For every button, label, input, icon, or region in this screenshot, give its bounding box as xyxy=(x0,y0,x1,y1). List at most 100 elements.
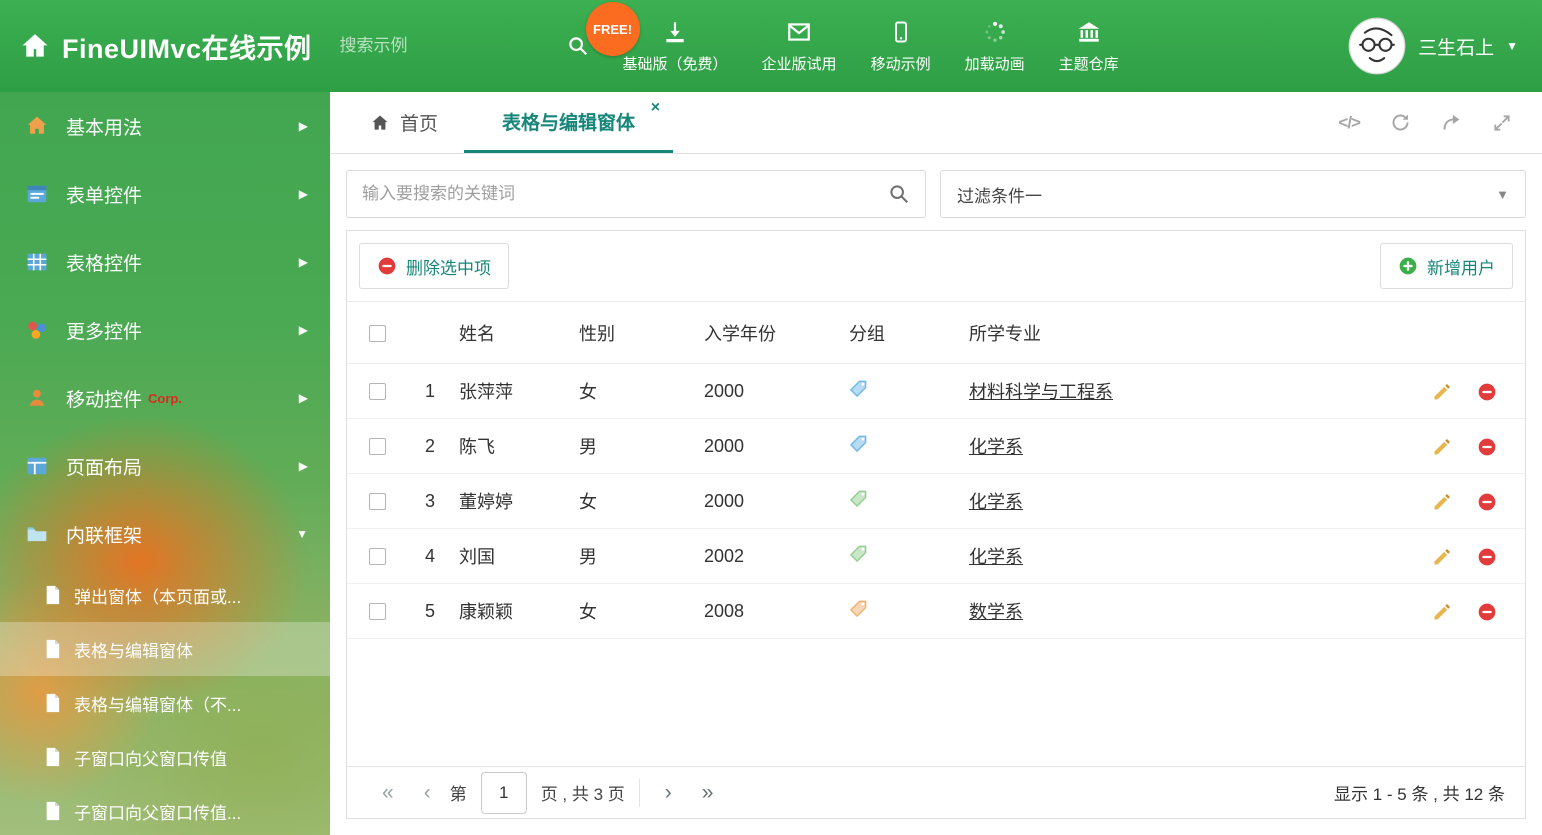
col-year: 入学年份 xyxy=(704,301,849,364)
chevron-down-icon: ▼ xyxy=(296,527,308,541)
grid-toolbar: 删除选中项 新增用户 xyxy=(347,231,1525,301)
keyword-search-input[interactable] xyxy=(347,184,888,204)
nav-item-mobile-demos[interactable]: 移动示例 xyxy=(854,0,948,92)
table-icon xyxy=(26,251,52,273)
tag-icon xyxy=(849,544,868,563)
last-page-button[interactable]: » xyxy=(687,781,729,805)
table-header-row: 姓名 性别 入学年份 分组 所学专业 xyxy=(347,301,1525,364)
chevron-right-icon: ▶ xyxy=(298,391,308,405)
delete-selected-button[interactable]: 删除选中项 xyxy=(359,243,509,289)
col-major: 所学专业 xyxy=(969,301,1395,364)
more-controls-icon xyxy=(26,319,52,341)
chevron-right-icon: ▶ xyxy=(298,255,308,269)
tab-home[interactable]: 首页 xyxy=(344,92,464,153)
major-link[interactable]: 化学系 xyxy=(969,437,1023,457)
bank-icon xyxy=(1075,18,1103,46)
mobile-icon xyxy=(889,18,913,46)
user-name: 三生石上 xyxy=(1418,37,1495,59)
app-window: FineUIMvc在线示例 FREE! 基础版（免费） 企业版试用 xyxy=(0,0,1542,835)
sidebar-item-iframe[interactable]: 内联框架 ▼ xyxy=(0,500,330,568)
sidebar-item-form-controls[interactable]: 表单控件 ▶ xyxy=(0,160,330,228)
sidebar-subitem-grid-edit-window[interactable]: 表格与编辑窗体 xyxy=(0,622,330,676)
page-label-prefix: 第 xyxy=(449,785,467,804)
tab-grid-edit-window[interactable]: 表格与编辑窗体 × xyxy=(464,92,674,153)
main-content: 首页 表格与编辑窗体 × </> 输入要搜索的关键词 过滤条件一 ▼ 删除选中项… xyxy=(330,92,1542,835)
nav-item-basic-edition[interactable]: FREE! 基础版（免费） xyxy=(585,0,745,92)
record-summary: 显示 1 - 5 条 , 共 12 条 xyxy=(1334,785,1505,804)
nav-item-theme-repo[interactable]: 主题仓库 xyxy=(1042,0,1136,92)
plus-circle-icon xyxy=(1398,256,1418,276)
first-page-button[interactable]: « xyxy=(367,781,409,805)
sidebar-item-grid-controls[interactable]: 表格控件 ▶ xyxy=(0,228,330,296)
edit-icon[interactable] xyxy=(1432,382,1452,402)
source-code-icon[interactable]: </> xyxy=(1338,113,1361,133)
refresh-icon[interactable] xyxy=(1390,112,1411,133)
form-icon xyxy=(26,183,52,205)
major-link[interactable]: 数学系 xyxy=(969,602,1023,622)
layout-icon xyxy=(26,455,52,477)
page-icon xyxy=(44,585,61,605)
table-row: 5 康颖颖 女 2008 数学系 xyxy=(347,583,1525,639)
delete-icon[interactable] xyxy=(1477,602,1497,622)
nav-item-loading-animations[interactable]: 加载动画 xyxy=(948,0,1042,92)
edit-icon[interactable] xyxy=(1432,437,1452,457)
major-link[interactable]: 化学系 xyxy=(969,547,1023,567)
page-icon xyxy=(44,801,61,821)
edit-icon[interactable] xyxy=(1432,547,1452,567)
sidebar-subitem-child-to-parent[interactable]: 子窗口向父窗口传值 xyxy=(0,730,330,784)
download-icon xyxy=(662,18,688,46)
row-checkbox[interactable] xyxy=(369,548,386,566)
tag-icon xyxy=(849,599,868,618)
tab-bar: 首页 表格与编辑窗体 × </> xyxy=(330,92,1542,154)
page-label-suffix: 页 , 共 3 页 xyxy=(540,785,625,804)
table-row: 4 刘国 男 2002 化学系 xyxy=(347,528,1525,584)
prev-page-button[interactable]: ‹ xyxy=(409,781,446,805)
search-icon[interactable] xyxy=(567,35,589,57)
sidebar-item-page-layout[interactable]: 页面布局 ▶ xyxy=(0,432,330,500)
filter-dropdown[interactable]: 过滤条件一 ▼ xyxy=(940,170,1526,218)
share-icon[interactable] xyxy=(1441,112,1462,133)
delete-icon[interactable] xyxy=(1477,547,1497,567)
row-checkbox[interactable] xyxy=(369,493,386,511)
delete-icon[interactable] xyxy=(1477,492,1497,512)
sidebar-item-basic-usage[interactable]: 基本用法 ▶ xyxy=(0,92,330,160)
row-checkbox[interactable] xyxy=(369,383,386,401)
sidebar-subitem-popup-window[interactable]: 弹出窗体（本页面或... xyxy=(0,568,330,622)
expand-icon[interactable] xyxy=(1492,113,1512,133)
table-row: 3 董婷婷 女 2000 化学系 xyxy=(347,473,1525,529)
page-number-input[interactable] xyxy=(480,771,527,814)
tab-toolbar: </> xyxy=(1338,92,1542,153)
col-name: 姓名 xyxy=(459,301,579,364)
minus-circle-icon xyxy=(377,256,397,276)
header-search-input[interactable] xyxy=(339,36,561,56)
major-link[interactable]: 材料科学与工程系 xyxy=(969,382,1113,402)
chevron-right-icon: ▶ xyxy=(298,323,308,337)
nav-item-enterprise-trial[interactable]: 企业版试用 xyxy=(745,0,854,92)
caret-down-icon: ▼ xyxy=(1496,186,1509,202)
sidebar-item-mobile-controls[interactable]: 移动控件 Corp. ▶ xyxy=(0,364,330,432)
page-icon xyxy=(44,693,61,713)
sidebar-menu: 基本用法 ▶ 表单控件 ▶ 表格控件 ▶ 更多控件 ▶ 移动控件 Corp. ▶… xyxy=(0,92,330,835)
envelope-icon xyxy=(785,18,813,46)
sidebar-item-more-controls[interactable]: 更多控件 ▶ xyxy=(0,296,330,364)
sidebar-subitem-child-to-parent-2[interactable]: 子窗口向父窗口传值... xyxy=(0,784,330,835)
free-badge: FREE! xyxy=(585,2,640,56)
edit-icon[interactable] xyxy=(1432,602,1452,622)
edit-icon[interactable] xyxy=(1432,492,1452,512)
chevron-right-icon: ▶ xyxy=(298,119,308,133)
sidebar-subitem-grid-edit-window-no[interactable]: 表格与编辑窗体（不... xyxy=(0,676,330,730)
close-icon[interactable]: × xyxy=(651,100,660,116)
next-page-button[interactable]: › xyxy=(650,781,687,805)
user-menu[interactable]: 三生石上 ▼ xyxy=(1348,17,1524,75)
chevron-right-icon: ▶ xyxy=(298,187,308,201)
filter-dropdown-value: 过滤条件一 xyxy=(957,186,1042,206)
page-icon xyxy=(44,639,61,659)
row-checkbox[interactable] xyxy=(369,438,386,456)
delete-icon[interactable] xyxy=(1477,382,1497,402)
row-checkbox[interactable] xyxy=(369,603,386,621)
search-icon[interactable] xyxy=(888,183,910,205)
major-link[interactable]: 化学系 xyxy=(969,492,1023,512)
delete-icon[interactable] xyxy=(1477,437,1497,457)
add-user-button[interactable]: 新增用户 xyxy=(1380,243,1513,289)
select-all-checkbox[interactable] xyxy=(369,324,386,342)
